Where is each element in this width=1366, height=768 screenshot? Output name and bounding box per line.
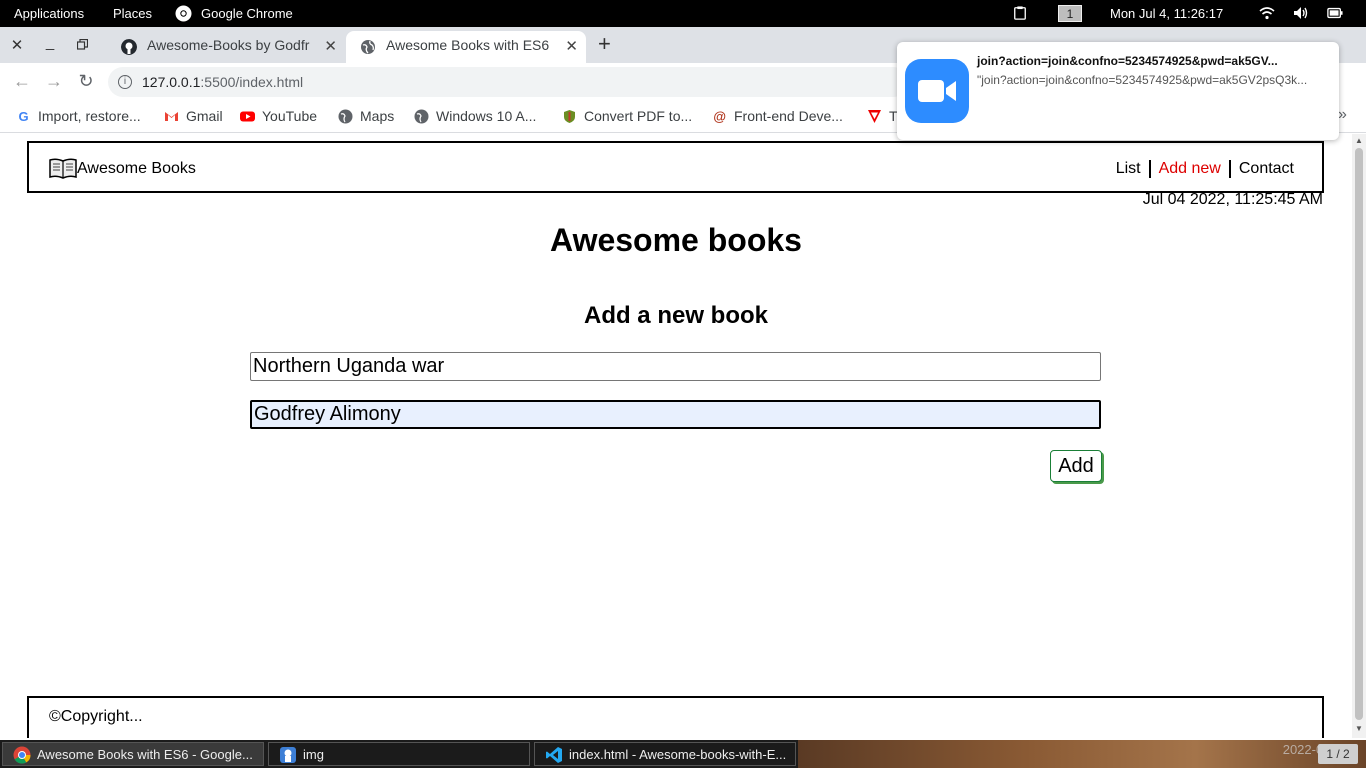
bookmark-t[interactable]: T (867, 108, 898, 124)
nav-list-link[interactable]: List (1108, 160, 1149, 178)
book-title-input[interactable] (250, 352, 1101, 381)
bookmark-windows-10[interactable]: Windows 10 A... (414, 108, 536, 124)
site-nav: List Add new Contact (1108, 160, 1294, 178)
taskbar: 2022-07-0 1 / 2 Awesome Books with ES6 -… (0, 740, 1366, 768)
bookmark-gmail[interactable]: Gmail (164, 108, 223, 124)
tab-close-icon[interactable]: ✕ (565, 37, 578, 55)
clipboard-icon[interactable] (1012, 6, 1028, 20)
book-author-input[interactable] (250, 400, 1101, 429)
window-restore-icon[interactable] (77, 39, 88, 50)
bookmarks-overflow-button[interactable]: » (1338, 106, 1347, 124)
page-title: Awesome books (550, 222, 802, 258)
workspace-pager[interactable]: 1 / 2 (1318, 744, 1358, 764)
triangle-icon (868, 110, 881, 123)
task-img-folder[interactable]: img (268, 742, 530, 766)
task-vscode[interactable]: index.html - Awesome-books-with-E... (534, 742, 796, 766)
bookmark-front-end-dev[interactable]: @ Front-end Deve... (712, 108, 843, 124)
bookmark-label: YouTube (262, 108, 318, 124)
wifi-icon[interactable] (1259, 6, 1275, 20)
applications-menu[interactable]: Applications (14, 6, 84, 21)
nav-add-new-link[interactable]: Add new (1151, 160, 1229, 178)
tab-close-icon[interactable]: ✕ (320, 37, 337, 55)
bookmark-label: Import, restore... (38, 108, 141, 124)
new-tab-button[interactable]: + (598, 31, 611, 57)
address-bar[interactable]: i 127.0.0.1:5500/index.html (108, 67, 908, 97)
chrome-icon (13, 746, 31, 764)
scroll-down-icon[interactable]: ▼ (1355, 724, 1363, 733)
shield-icon (564, 110, 575, 123)
clock[interactable]: Mon Jul 4, 11:26:17 (1110, 6, 1223, 21)
site-info-icon[interactable]: i (118, 75, 132, 89)
tab-title: Awesome Books with ES6 (386, 37, 550, 53)
task-label: img (303, 747, 324, 762)
url-path: :5500/index.html (200, 74, 304, 90)
places-menu[interactable]: Places (113, 6, 152, 21)
tab-awesome-books-es6[interactable]: Awesome Books with ES6 ✕ (346, 31, 586, 63)
gmail-icon (165, 112, 178, 121)
url-text[interactable]: 127.0.0.1:5500/index.html (142, 74, 303, 90)
globe-icon (338, 109, 353, 124)
task-label: index.html - Awesome-books-with-E... (569, 747, 787, 762)
url-host: 127.0.0.1 (142, 74, 201, 90)
github-icon (121, 39, 137, 55)
bookmark-maps[interactable]: Maps (338, 108, 394, 124)
desktop-wallpaper: 2022-07-0 1 / 2 (798, 740, 1366, 768)
window-minimize-icon[interactable]: _ (40, 34, 60, 51)
google-g-icon: G (18, 109, 29, 124)
bookmark-label: Maps (360, 108, 395, 124)
copyright-text: ©Copyright... (49, 708, 143, 725)
page-scrollbar[interactable]: ▲ ▼ (1352, 134, 1366, 738)
site-footer: ©Copyright... (27, 696, 1324, 738)
vscode-icon (546, 747, 562, 763)
form-title: Add a new book (583, 302, 768, 329)
scroll-up-icon[interactable]: ▲ (1355, 136, 1363, 145)
bookmark-import[interactable]: G Import, restore... (16, 108, 141, 124)
tab-title: Awesome-Books by Godfr (147, 37, 310, 53)
page-viewport: Awesome Books List Add new Contact Jul 0… (0, 134, 1352, 738)
system-top-bar: Applications Places Google Chrome 1 Mon … (0, 0, 1366, 27)
nav-contact-link[interactable]: Contact (1231, 160, 1294, 178)
tab-awesome-books-github[interactable]: Awesome-Books by Godfr ✕ (107, 31, 345, 63)
globe-icon (414, 109, 429, 124)
bookmark-label: Convert PDF to... (584, 108, 693, 124)
bookmark-youtube[interactable]: YouTube (240, 108, 317, 124)
bookmark-convert-pdf[interactable]: Convert PDF to... (562, 108, 692, 124)
notification-body: "join?action=join&confno=5234574925&pwd=… (977, 73, 1308, 87)
site-header: Awesome Books List Add new Contact (27, 141, 1324, 193)
zoom-notification[interactable]: join?action=join&confno=5234574925&pwd=a… (897, 42, 1339, 140)
task-chrome[interactable]: Awesome Books with ES6 - Google... (2, 742, 264, 766)
forward-arrow-icon[interactable]: → (43, 71, 65, 92)
zoom-video-icon (905, 59, 969, 123)
notification-title: join?action=join&confno=5234574925&pwd=a… (977, 54, 1278, 68)
bookmark-label: Gmail (186, 108, 223, 124)
codewars-icon: @ (713, 109, 726, 124)
chrome-icon (175, 5, 192, 22)
workspace-indicator[interactable]: 1 (1058, 5, 1082, 22)
book-logo-icon (49, 158, 77, 179)
active-app-menu[interactable]: Google Chrome (201, 6, 293, 21)
globe-icon (361, 40, 375, 54)
back-arrow-icon[interactable]: ← (11, 71, 33, 92)
window-close-icon[interactable]: ✕ (7, 36, 27, 54)
file-manager-icon (280, 747, 296, 763)
current-datetime: Jul 04 2022, 11:25:45 AM (1142, 191, 1323, 208)
bookmark-label: Windows 10 A... (436, 108, 537, 124)
volume-icon[interactable] (1293, 6, 1309, 20)
scrollbar-thumb[interactable] (1355, 148, 1363, 720)
battery-icon[interactable] (1327, 6, 1343, 20)
reload-icon[interactable]: ↻ (75, 71, 97, 92)
site-brand[interactable]: Awesome Books (77, 160, 196, 178)
add-book-button[interactable]: Add (1050, 450, 1102, 482)
bookmark-label: Front-end Deve... (734, 108, 843, 124)
youtube-icon (240, 111, 255, 122)
task-label: Awesome Books with ES6 - Google... (37, 747, 253, 762)
